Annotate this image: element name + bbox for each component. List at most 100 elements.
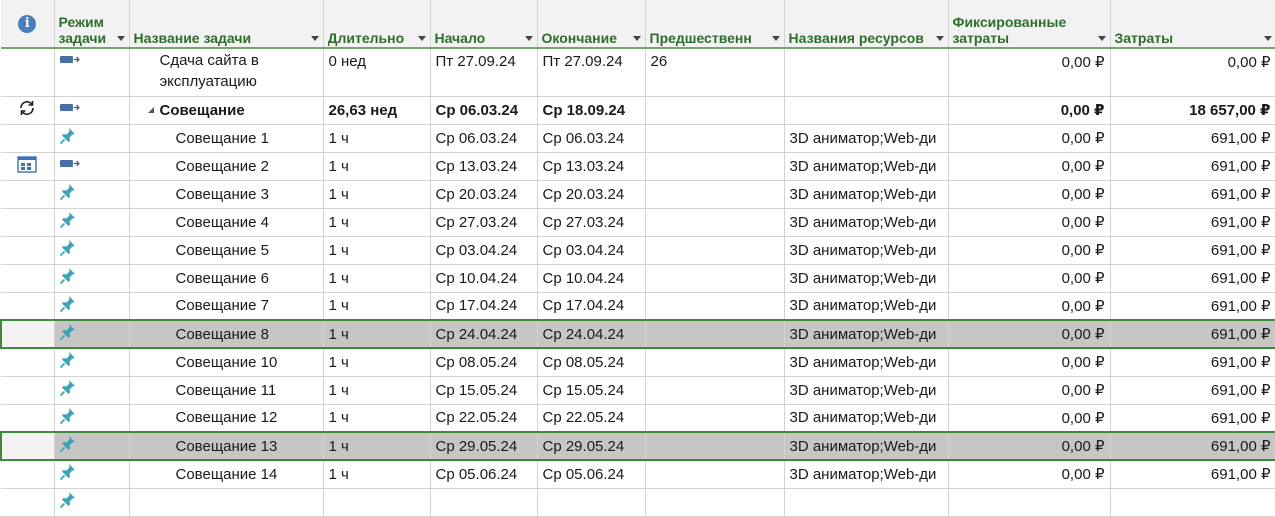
start-cell[interactable]: Ср 03.04.24 [430,236,538,265]
task-row[interactable]: Совещание 31 ч Ср 20.03.24 Ср 20.03.24 3D а… [1,180,1275,209]
task-mode-cell[interactable] [54,124,130,153]
task-name-cell[interactable]: Совещание 7 [129,292,324,321]
task-name-cell[interactable]: Совещание 8 [129,319,324,349]
resources-cell[interactable]: 3D аниматор;Web-ди [784,236,949,265]
start-cell[interactable]: Ср 17.04.24 [430,292,538,321]
cost-cell[interactable]: 691,00 ₽ [1110,319,1275,349]
column-header-finish[interactable]: Окончание [537,0,646,49]
fixed-cost-cell[interactable]: 0,00 ₽ [948,96,1111,125]
duration-cell[interactable]: 1 ч [323,348,431,377]
start-cell[interactable]: Ср 06.03.24 [430,96,538,125]
column-header-cost[interactable]: Затраты [1110,0,1275,49]
cost-cell[interactable]: 691,00 ₽ [1110,208,1275,237]
predecessors-cell[interactable] [645,152,785,181]
task-mode-cell[interactable] [54,348,130,377]
fixed-cost-cell[interactable]: 0,00 ₽ [948,404,1111,433]
finish-cell[interactable]: Ср 29.05.24 [537,431,646,461]
predecessors-cell[interactable] [645,96,785,125]
task-mode-cell[interactable] [54,96,130,125]
cost-cell[interactable]: 18 657,00 ₽ [1110,96,1275,125]
task-mode-cell[interactable] [54,264,130,293]
resources-cell[interactable]: 3D аниматор;Web-ди [784,348,949,377]
finish-cell[interactable]: Ср 15.05.24 [537,376,646,405]
resources-cell[interactable]: 3D аниматор;Web-ди [784,124,949,153]
cost-cell[interactable]: 691,00 ₽ [1110,180,1275,209]
task-mode-cell[interactable] [54,376,130,405]
fixed-cost-cell[interactable]: 0,00 ₽ [948,208,1111,237]
duration-cell[interactable]: 1 ч [323,460,431,489]
cost-cell[interactable]: 691,00 ₽ [1110,376,1275,405]
fixed-cost-cell[interactable]: 0,00 ₽ [948,348,1111,377]
grid-cell[interactable] [645,488,785,517]
task-name-cell[interactable]: Совещание 10 [129,348,324,377]
task-mode-cell[interactable] [54,236,130,265]
task-mode-cell[interactable] [54,404,130,433]
finish-cell[interactable]: Ср 10.04.24 [537,264,646,293]
finish-cell[interactable]: Ср 27.03.24 [537,208,646,237]
fixed-cost-cell[interactable]: 0,00 ₽ [948,180,1111,209]
duration-cell[interactable]: 1 ч [323,180,431,209]
finish-cell[interactable]: Ср 24.04.24 [537,319,646,349]
finish-cell[interactable]: Ср 03.04.24 [537,236,646,265]
resources-cell[interactable] [784,48,949,97]
task-mode-cell[interactable] [54,292,130,321]
chevron-down-icon[interactable] [310,36,319,41]
cost-cell[interactable]: 691,00 ₽ [1110,124,1275,153]
start-cell[interactable]: Ср 13.03.24 [430,152,538,181]
resources-cell[interactable]: 3D аниматор;Web-ди [784,404,949,433]
resources-cell[interactable]: 3D аниматор;Web-ди [784,152,949,181]
task-row[interactable]: Совещание 61 ч Ср 10.04.24 Ср 10.04.24 3D а… [1,264,1275,293]
column-header-task-name[interactable]: Название задачи [129,0,324,49]
predecessors-cell[interactable] [645,180,785,209]
start-cell[interactable]: Ср 20.03.24 [430,180,538,209]
cost-cell[interactable]: 691,00 ₽ [1110,152,1275,181]
predecessors-cell[interactable] [645,236,785,265]
start-cell[interactable]: Ср 15.05.24 [430,376,538,405]
task-mode-cell[interactable] [54,180,130,209]
grid-cell[interactable] [948,488,1111,517]
task-name-cell[interactable]: Совещание 5 [129,236,324,265]
task-mode-cell[interactable] [54,319,130,349]
fixed-cost-cell[interactable]: 0,00 ₽ [948,319,1111,349]
task-name-cell[interactable]: Совещание 2 [129,152,324,181]
start-cell[interactable]: Ср 08.05.24 [430,348,538,377]
column-header-start[interactable]: Начало [430,0,538,49]
task-row[interactable]: Совещание 13 1 ч Ср 29.05.24 Ср 29.05.24 3D … [0,431,1275,461]
start-cell[interactable]: Ср 05.06.24 [430,460,538,489]
predecessors-cell[interactable] [645,460,785,489]
grid-cell[interactable] [323,488,431,517]
task-name-cell[interactable]: Совещание 3 [129,180,324,209]
finish-cell[interactable]: Пт 27.09.24 [537,48,646,97]
fixed-cost-cell[interactable]: 0,00 ₽ [948,236,1111,265]
task-row[interactable]: Совещание 26,63 нед Ср 06.03.24 Ср 18.09.24… [1,96,1275,125]
task-row[interactable]: Совещание 14 1 ч Ср 05.06.24 Ср 05.06.24 3D … [1,460,1275,489]
cost-cell[interactable]: 691,00 ₽ [1110,348,1275,377]
resources-cell[interactable]: 3D аниматор;Web-ди [784,292,949,321]
grid-cell[interactable] [537,488,646,517]
duration-cell[interactable]: 0 нед [323,48,431,97]
predecessors-cell[interactable] [645,124,785,153]
column-header-duration[interactable]: Длительно [323,0,431,49]
task-row[interactable] [1,488,1275,517]
task-name-cell[interactable]: Совещание 12 [129,404,324,433]
task-row[interactable]: Совещание 41 ч Ср 27.03.24 Ср 27.03.24 3D а… [1,208,1275,237]
column-header-predecessors[interactable]: Предшественн [645,0,785,49]
duration-cell[interactable]: 1 ч [323,319,431,349]
task-name-cell[interactable]: Совещание [129,96,324,125]
grid-cell[interactable] [129,488,324,517]
fixed-cost-cell[interactable]: 0,00 ₽ [948,264,1111,293]
column-header-resources[interactable]: Названия ресурсов [784,0,949,49]
fixed-cost-cell[interactable]: 0,00 ₽ [948,124,1111,153]
task-name-cell[interactable]: Совещание 14 [129,460,324,489]
cost-cell[interactable]: 691,00 ₽ [1110,264,1275,293]
start-cell[interactable]: Пт 27.09.24 [430,48,538,97]
cost-cell[interactable]: 691,00 ₽ [1110,236,1275,265]
predecessors-cell[interactable]: 26 [645,48,785,97]
task-row[interactable]: Совещание 81 ч Ср 24.04.24 Ср 24.04.24 3D а… [0,319,1275,349]
fixed-cost-cell[interactable]: 0,00 ₽ [948,376,1111,405]
cost-cell[interactable]: 691,00 ₽ [1110,431,1275,461]
column-header-task-mode[interactable]: Режим задачи [54,0,130,49]
duration-cell[interactable]: 1 ч [323,236,431,265]
task-row[interactable]: Совещание 11 1 ч Ср 15.05.24 Ср 15.05.24 3D … [1,376,1275,405]
duration-cell[interactable]: 1 ч [323,152,431,181]
